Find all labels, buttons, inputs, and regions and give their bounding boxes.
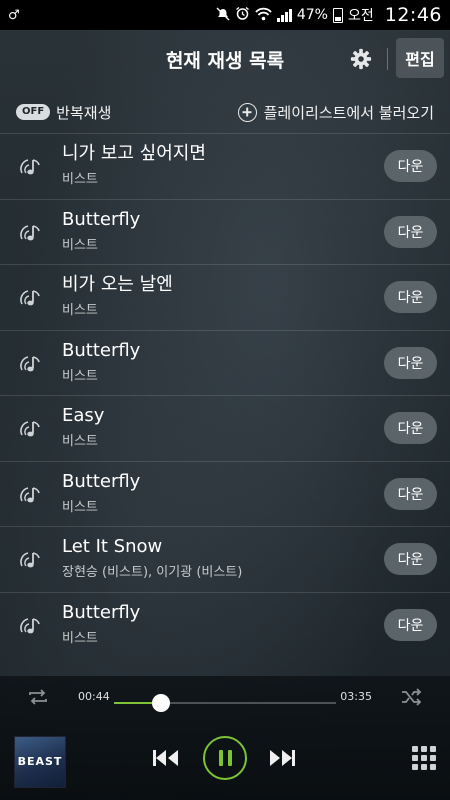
music-note-icon bbox=[18, 615, 44, 637]
song-row[interactable]: Butterfly 비스트 다운 bbox=[0, 329, 450, 396]
music-note-icon bbox=[18, 418, 44, 440]
alarm-icon bbox=[235, 6, 250, 24]
song-artist: 비스트 bbox=[62, 303, 98, 318]
repeat-icon[interactable] bbox=[26, 688, 50, 710]
song-title: Butterfly bbox=[62, 208, 141, 230]
download-button[interactable]: 다운 bbox=[384, 608, 437, 641]
download-button[interactable]: 다운 bbox=[384, 150, 437, 182]
download-button[interactable]: 다운 bbox=[384, 281, 437, 313]
repeat-toggle-badge: OFF bbox=[16, 104, 51, 120]
add-circle-icon bbox=[237, 102, 257, 122]
edit-button[interactable]: 편집 bbox=[396, 38, 444, 78]
status-bar: ♂ 47% 오전 12:46 bbox=[0, 0, 450, 30]
player-controls: BEAST bbox=[0, 722, 450, 798]
song-row[interactable]: Easy 비스트 다운 bbox=[0, 395, 450, 461]
album-art[interactable]: BEAST bbox=[14, 736, 66, 788]
music-note-icon bbox=[18, 156, 44, 178]
song-title: Let It Snow bbox=[62, 536, 163, 557]
music-note-icon bbox=[18, 287, 44, 309]
pause-bar-left bbox=[218, 750, 223, 766]
gear-icon[interactable] bbox=[346, 44, 376, 74]
signal-strength-icon bbox=[276, 8, 292, 22]
grid-menu-icon[interactable] bbox=[412, 746, 436, 770]
song-title: 니가 보고 싶어지면 bbox=[62, 143, 206, 164]
options-row: OFF 반복재생 플레이리스트에서 불러오기 bbox=[0, 90, 450, 134]
song-artist: 비스트 bbox=[62, 499, 98, 515]
load-from-playlist-label: 플레이리스트에서 불러오기 bbox=[263, 103, 434, 122]
song-row[interactable]: 비가 오는 날엔 비스트 다운 bbox=[0, 264, 450, 330]
song-row[interactable]: Butterfly 비스트 다운 bbox=[0, 198, 450, 265]
header-divider bbox=[387, 48, 388, 70]
gender-symbol-icon: ♂ bbox=[8, 7, 20, 23]
song-artist: 장현승 (비스트), 이기광 (비스트) bbox=[62, 565, 243, 580]
page-title: 현재 재생 목록 bbox=[165, 49, 285, 72]
song-title: 비가 오는 날엔 bbox=[62, 274, 173, 295]
load-from-playlist-button[interactable]: 플레이리스트에서 불러오기 bbox=[237, 102, 434, 123]
song-title: Butterfly bbox=[62, 339, 141, 361]
music-note-icon bbox=[18, 484, 44, 506]
next-track-icon[interactable] bbox=[268, 748, 296, 772]
download-button[interactable]: 다운 bbox=[384, 477, 437, 510]
song-row[interactable]: Butterfly 비스트 다운 bbox=[0, 591, 450, 658]
song-list: 니가 보고 싶어지면 비스트 다운 Butterfly 비스트 다운 비가 오는… bbox=[0, 133, 450, 657]
song-title: Butterfly bbox=[62, 601, 141, 623]
wifi-icon bbox=[255, 7, 272, 24]
download-button[interactable]: 다운 bbox=[384, 543, 437, 575]
header: 현재 재생 목록 편집 bbox=[0, 30, 450, 88]
download-button[interactable]: 다운 bbox=[384, 215, 437, 248]
battery-icon bbox=[332, 7, 343, 23]
ampm-label: 오전 bbox=[347, 8, 374, 24]
pause-button[interactable] bbox=[203, 736, 247, 780]
song-row[interactable]: Butterfly 비스트 다운 bbox=[0, 460, 450, 527]
song-row[interactable]: Let It Snow 장현승 (비스트), 이기광 (비스트) 다운 bbox=[0, 526, 450, 592]
seek-bar-thumb[interactable] bbox=[151, 694, 170, 712]
song-artist: 비스트 bbox=[62, 172, 98, 187]
seek-bar[interactable] bbox=[114, 694, 336, 712]
total-time: 03:35 bbox=[340, 690, 372, 703]
song-title: Butterfly bbox=[62, 470, 141, 492]
repeat-label: 반복재생 bbox=[56, 103, 112, 122]
current-time: 00:44 bbox=[78, 690, 110, 703]
song-row[interactable]: 니가 보고 싶어지면 비스트 다운 bbox=[0, 133, 450, 199]
album-art-text: BEAST bbox=[17, 755, 63, 768]
clock: 12:46 bbox=[384, 4, 442, 26]
repeat-toggle[interactable]: OFF 반복재생 bbox=[16, 102, 111, 123]
song-artist: 비스트 bbox=[62, 434, 98, 449]
progress-row: 00:44 03:35 bbox=[0, 684, 450, 714]
pause-bar-right bbox=[227, 750, 232, 766]
song-title: Easy bbox=[62, 405, 105, 426]
music-note-icon bbox=[18, 353, 44, 375]
song-artist: 비스트 bbox=[62, 368, 98, 384]
music-note-icon bbox=[18, 549, 44, 571]
song-artist: 비스트 bbox=[62, 237, 98, 253]
music-note-icon bbox=[18, 222, 44, 244]
battery-percent: 47% bbox=[296, 7, 328, 23]
download-button[interactable]: 다운 bbox=[384, 412, 437, 444]
previous-track-icon[interactable] bbox=[152, 748, 180, 772]
download-button[interactable]: 다운 bbox=[384, 346, 437, 379]
song-artist: 비스트 bbox=[62, 630, 98, 646]
mute-icon bbox=[216, 7, 230, 24]
mini-player: 00:44 03:35 BEAST bbox=[0, 676, 450, 800]
shuffle-icon[interactable] bbox=[400, 688, 424, 710]
